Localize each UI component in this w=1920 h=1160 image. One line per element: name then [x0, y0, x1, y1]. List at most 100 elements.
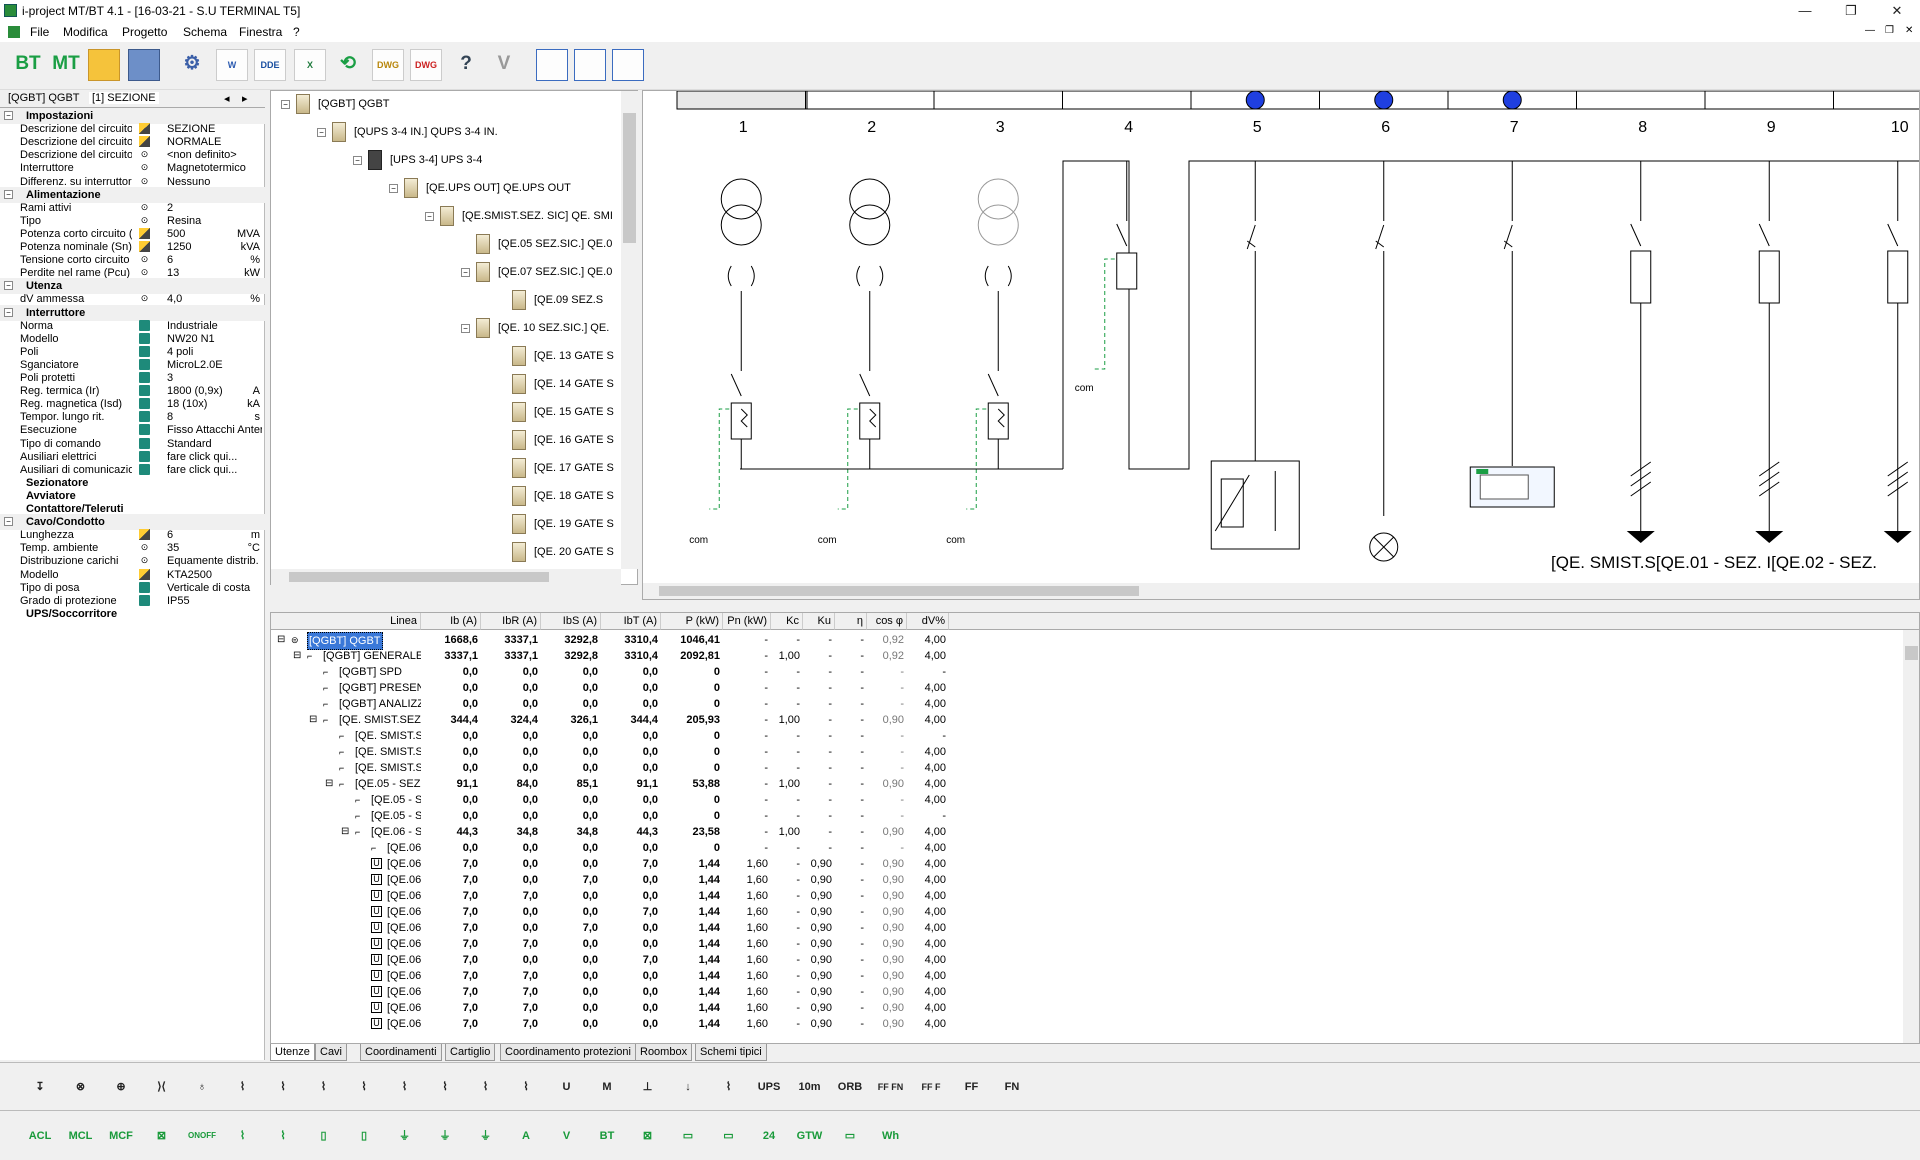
palette-symbol-icon[interactable]: ⌇ [713, 1071, 745, 1103]
palette-symbol-icon[interactable]: ⌇ [227, 1071, 259, 1103]
tree-node[interactable]: − [QE.UPS OUT] QE.UPS OUT [389, 178, 571, 199]
row-name[interactable]: [QGBT] GENERALE [323, 648, 421, 664]
menu-help[interactable]: ? [293, 25, 300, 39]
column-header[interactable]: Ib (A) [421, 613, 481, 630]
menu-finestra[interactable]: Finestra [239, 25, 282, 39]
palette-symbol-icon[interactable]: ⌇ [510, 1071, 542, 1103]
column-header[interactable]: Pn (kW) [723, 613, 771, 630]
table-row[interactable]: U[QE.06 - SEZ.7,00,00,07,01,441,60-0,90-… [271, 952, 1919, 968]
palette-symbol-icon[interactable]: ↓ [672, 1071, 704, 1103]
column-header[interactable]: Ku [803, 613, 835, 630]
menu-schema[interactable]: Schema [183, 25, 227, 39]
palette-device-icon[interactable]: ▭ [834, 1120, 866, 1152]
row-name[interactable]: [QGBT] ANALIZZATORE [339, 696, 421, 712]
table-row[interactable]: ⌐ [QGBT] ANALIZZATORE 0,0 0,0 0,0 0,0 0 - - - - - 4,… [271, 696, 1919, 712]
tree-expand-icon[interactable]: − [461, 267, 470, 277]
table-row[interactable]: ⌐ [QGBT] SPD 0,0 0,0 0,0 0,0 0 - - - - - - [271, 664, 1919, 680]
row-name[interactable]: [QE.05 - SEZ. NORMA [355, 776, 421, 792]
tree-node[interactable]: − [QUPS 3-4 IN.] QUPS 3-4 IN. [317, 122, 498, 143]
tree-node[interactable]: − [UPS 3-4] UPS 3-4 [353, 150, 482, 171]
tree-horizontal-scrollbar[interactable] [271, 569, 621, 585]
row-name[interactable]: [QE.06 - SEZ. [387, 1000, 421, 1016]
palette-symbol-icon[interactable]: ⌇ [389, 1071, 421, 1103]
row-name[interactable]: [QGBT] PRESENZA [339, 680, 421, 696]
collapse-toggle-icon[interactable]: − [4, 111, 13, 120]
palette-symbol-icon[interactable]: ♁ [186, 1071, 218, 1103]
palette-device-icon[interactable]: ▭ [672, 1120, 704, 1152]
palette-device-icon[interactable]: Wh [875, 1120, 907, 1152]
row-name[interactable]: [QE.05 - SEZ. NOI [371, 792, 421, 808]
row-name[interactable]: [QE.06 - SEZ. [387, 1016, 421, 1032]
project-tree[interactable]: − [QGBT] QGBT − [QUPS 3-4 IN.] QUPS 3-4 IN.… [270, 90, 638, 585]
tree-node[interactable]: − [QGBT] QGBT [281, 94, 390, 115]
row-expand-icon[interactable]: ⊟ [277, 632, 285, 648]
table-row[interactable]: U[QE.06 - SEZ.7,07,00,00,01,441,60-0,90-… [271, 984, 1919, 1000]
palette-symbol-icon[interactable]: UPS [753, 1071, 785, 1103]
palette-device-icon[interactable]: ONOFF [186, 1120, 218, 1152]
table-vertical-scrollbar[interactable] [1903, 630, 1919, 1043]
tree-expand-icon[interactable]: − [389, 183, 398, 193]
tree-node[interactable]: [QE. 16 GATE S [497, 430, 614, 451]
row-name[interactable]: [QE.06 - SEZ. [387, 904, 421, 920]
palette-device-icon[interactable]: ⌇ [227, 1120, 259, 1152]
layout-1-icon[interactable] [536, 49, 568, 81]
table-row[interactable]: ⌐ [QGBT] PRESENZA 0,0 0,0 0,0 0,0 0 - - - - - 4,00 [271, 680, 1919, 696]
palette-device-icon[interactable]: GTW [794, 1120, 826, 1152]
tree-node[interactable]: [QE. 13 GATE S [497, 346, 614, 367]
palette-device-icon[interactable]: A [510, 1120, 542, 1152]
schematic-view[interactable]: com com com com 1 2 3 4 5 6 7 8 9 10 [QE. SMIST.S[QE… [642, 90, 1920, 600]
palette-device-icon[interactable]: V [551, 1120, 583, 1152]
palette-device-icon[interactable]: ⏚ [470, 1120, 502, 1152]
palette-symbol-icon[interactable]: ORB [834, 1071, 866, 1103]
palette-symbol-icon[interactable]: ⌇ [429, 1071, 461, 1103]
tree-node[interactable]: [QE. 15 GATE S [497, 402, 614, 423]
palette-symbol-icon[interactable]: ⌇ [308, 1071, 340, 1103]
table-row[interactable]: ⊟ ⌐ [QGBT] GENERALE 3337,1 3337,1 3292,8 3310,… [271, 648, 1919, 664]
collapse-toggle-icon[interactable]: − [4, 307, 13, 317]
table-row[interactable]: U[QE.06 - SEZ.7,07,00,00,01,441,60-0,90-… [271, 968, 1919, 984]
tree-node[interactable]: [QE.09 SEZ.S [497, 290, 603, 311]
palette-symbol-icon[interactable]: FN [996, 1071, 1028, 1103]
word-export-icon[interactable]: W [216, 49, 248, 81]
load-table[interactable]: Linea Ib (A) IbR (A) IbS (A) IbT (A) P (kW) Pn… [270, 612, 1920, 1044]
tree-expand-icon[interactable]: − [425, 211, 434, 221]
palette-symbol-icon[interactable]: M [591, 1071, 623, 1103]
row-name[interactable]: [QE. SMIST.SEZ. N] P [355, 744, 421, 760]
dde-button[interactable]: DDE [254, 49, 286, 81]
row-name[interactable]: [QE.06 - SEZ. [387, 952, 421, 968]
table-row[interactable]: U[QE.06 - SEZ.7,07,00,00,01,441,60-0,90-… [271, 936, 1919, 952]
open-folder-icon[interactable] [88, 49, 120, 81]
schematic-canvas[interactable]: com com com com [643, 91, 1919, 581]
table-row[interactable]: ⌐ [QE. SMIST.SEZ. N] S 0,0 0,0 0,0 0,0 0 - - - - - - [271, 728, 1919, 744]
palette-device-icon[interactable]: ▯ [308, 1120, 340, 1152]
palette-symbol-icon[interactable]: 10m [794, 1071, 826, 1103]
dwg-export-button[interactable]: DWG [410, 49, 442, 81]
bt-button[interactable]: BT [12, 49, 44, 81]
mdi-restore-button[interactable]: ❐ [1885, 25, 1894, 36]
row-name[interactable]: [QE. SMIST.SEZ. N] A [355, 760, 421, 776]
palette-symbol-icon[interactable]: ⌇ [348, 1071, 380, 1103]
tab-qgbt[interactable]: [QGBT] QGBT [8, 92, 80, 104]
palette-device-icon[interactable]: ▭ [713, 1120, 745, 1152]
row-expand-icon[interactable]: ⊟ [341, 824, 349, 840]
row-name[interactable]: [QE.06 - SEZ. [387, 920, 421, 936]
row-name[interactable]: [QE.06 - SEZ. [387, 984, 421, 1000]
table-row[interactable]: ⌐ [QE. SMIST.SEZ. N] P 0,0 0,0 0,0 0,0 0 - - - - - 4… [271, 744, 1919, 760]
tab-roombox[interactable]: Roombox [635, 1044, 693, 1061]
tree-expand-icon[interactable]: − [317, 127, 326, 137]
tree-node[interactable]: [QE. 14 GATE S [497, 374, 614, 395]
column-header[interactable]: IbR (A) [481, 613, 541, 630]
palette-symbol-icon[interactable]: ⌇ [470, 1071, 502, 1103]
tree-expand-icon[interactable]: − [353, 155, 362, 165]
table-row[interactable]: ⊟ ⌐ [QE.06 - SEZ. N. \ 44,3 34,8 34,8 44,3 23,5… [271, 824, 1919, 840]
verify-button[interactable]: V [488, 49, 520, 81]
help-pointer-icon[interactable]: ? [450, 49, 482, 81]
column-header[interactable]: IbS (A) [541, 613, 601, 630]
column-header[interactable]: Kc [771, 613, 803, 630]
table-row[interactable]: ⌐ [QE.05 - SEZ. NOI 0,0 0,0 0,0 0,0 0 - - - - - - [271, 808, 1919, 824]
palette-device-icon[interactable]: ⏚ [429, 1120, 461, 1152]
sync-icon[interactable]: ⟲ [332, 49, 364, 81]
table-row[interactable]: ⌐ [QE. SMIST.SEZ. N] A 0,0 0,0 0,0 0,0 0 - - - - - 4… [271, 760, 1919, 776]
table-row[interactable]: U[QE.06 - SEZ.7,00,00,07,01,441,60-0,90-… [271, 856, 1919, 872]
row-name[interactable]: [QE.06 - SEZ. N. \ [371, 824, 421, 840]
